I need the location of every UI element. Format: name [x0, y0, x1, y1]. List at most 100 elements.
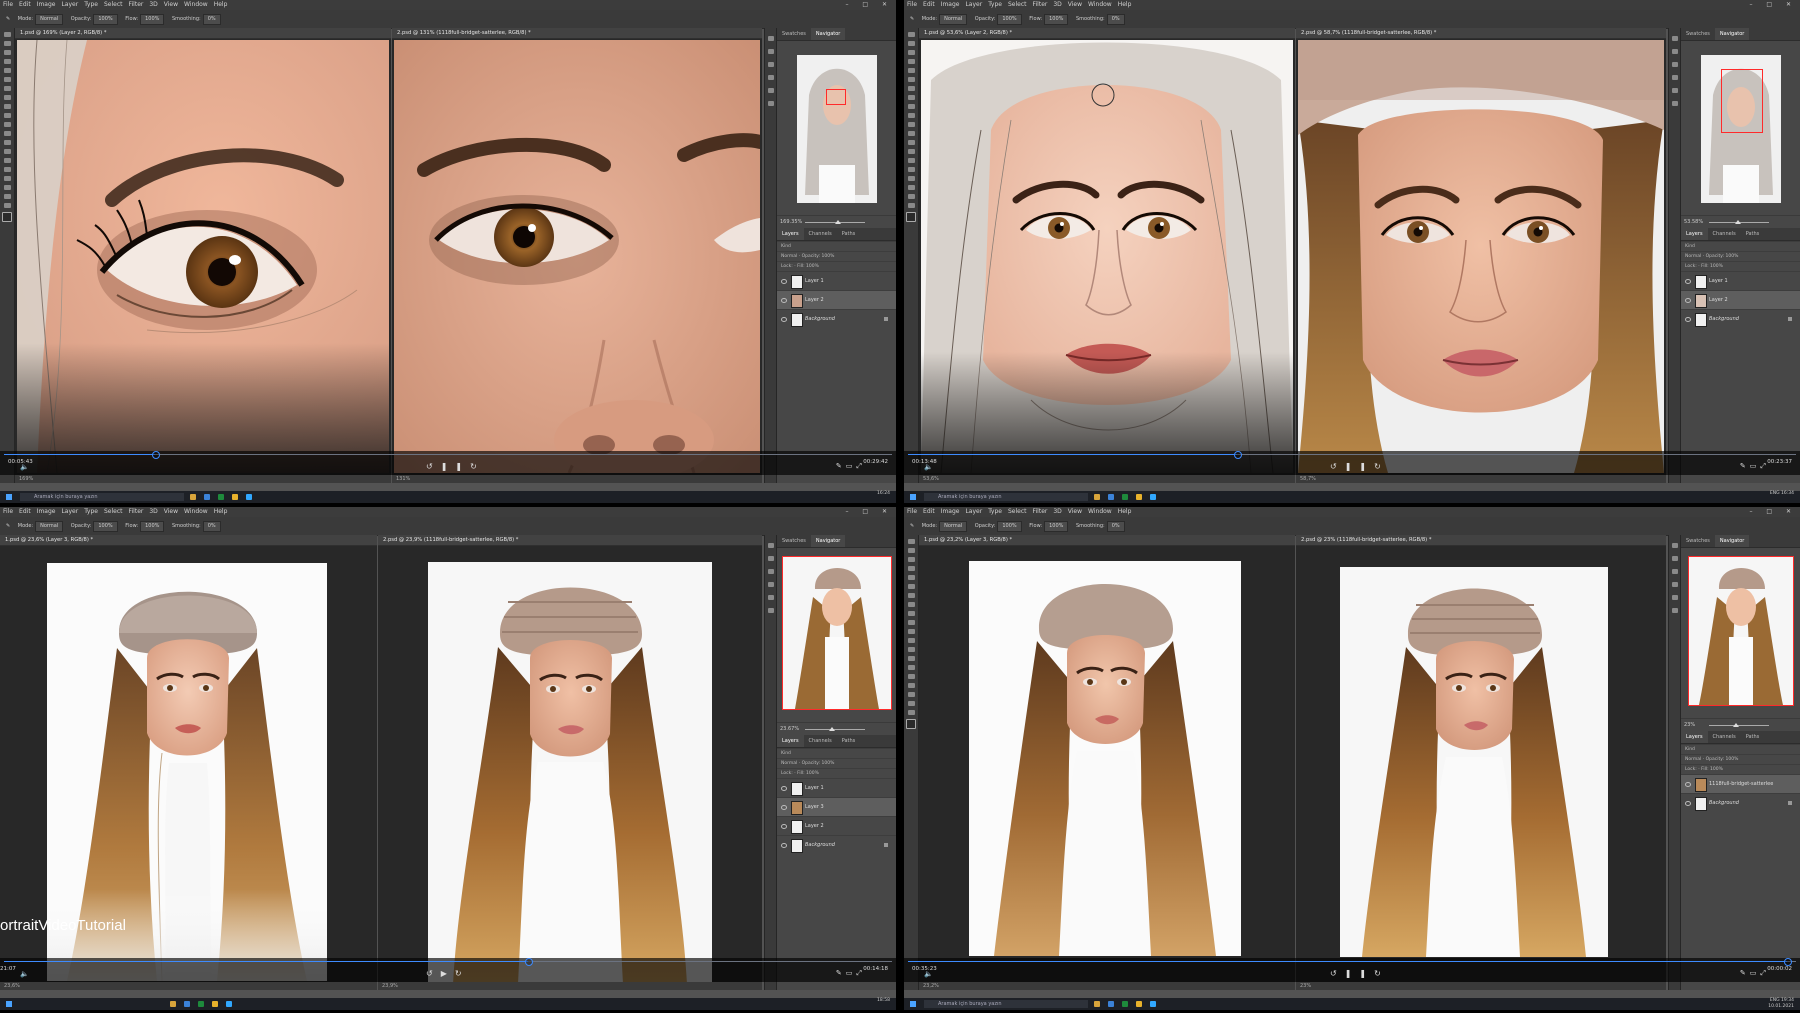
video-progress[interactable]: [908, 451, 1796, 459]
video-tools-icon[interactable]: ✎▭⤢: [836, 462, 866, 471]
tab-swatches[interactable]: Swatches: [1681, 28, 1715, 40]
opacity-field[interactable]: 100%: [93, 521, 118, 532]
tab-layers[interactable]: Layers: [1681, 731, 1708, 743]
adjustments-panel-icon[interactable]: [1671, 582, 1678, 587]
window-controls[interactable]: – □ ✕: [845, 0, 893, 10]
eye-icon[interactable]: [781, 317, 787, 322]
windows-start-icon[interactable]: [6, 1001, 12, 1007]
document-2-window[interactable]: 2.psd @ 131% (1118full-bridget-satterlee…: [392, 28, 762, 483]
menu-help[interactable]: Help: [1115, 0, 1135, 10]
dodge-tool-icon[interactable]: [907, 149, 915, 154]
tab-swatches[interactable]: Swatches: [777, 535, 811, 547]
drawing-face-artwork[interactable]: [921, 40, 1293, 473]
layer-row[interactable]: Layer 2: [1681, 290, 1800, 309]
actions-panel-icon[interactable]: [767, 49, 774, 54]
eraser-tool-icon[interactable]: [907, 629, 915, 634]
opacity-field[interactable]: 100%: [997, 521, 1022, 532]
menu-3d[interactable]: 3D: [1050, 0, 1064, 10]
menu-edit[interactable]: Edit: [16, 507, 34, 517]
blur-tool-icon[interactable]: [907, 647, 915, 652]
flow-field[interactable]: 100%: [1044, 521, 1069, 532]
progress-handle[interactable]: [524, 958, 533, 966]
chrome-icon[interactable]: [232, 494, 238, 500]
marquee-tool-icon[interactable]: [3, 41, 11, 46]
document-2-tab[interactable]: 2.psd @ 131% (1118full-bridget-satterlee…: [392, 28, 762, 39]
zoom-tool-icon[interactable]: [3, 203, 11, 208]
chrome-icon[interactable]: [1136, 1001, 1142, 1007]
drawing-portrait-final[interactable]: [969, 561, 1241, 956]
layer-row[interactable]: Background: [1681, 309, 1800, 328]
brush-tool-icon[interactable]: ✎: [6, 10, 10, 28]
document-1-tab[interactable]: 1.psd @ 53,6% (Layer 2, RGB/8) *: [919, 28, 1295, 39]
marquee-tool-icon[interactable]: [907, 548, 915, 553]
brush-settings-icon[interactable]: [767, 595, 774, 600]
layer-row[interactable]: Layer 2: [777, 816, 896, 835]
mail-icon[interactable]: [1108, 494, 1114, 500]
paragraph-panel-icon[interactable]: [1671, 608, 1678, 613]
menu-select[interactable]: Select: [101, 0, 126, 10]
mode-select[interactable]: Normal: [35, 14, 64, 25]
lasso-tool-icon[interactable]: [907, 50, 915, 55]
document-1-tab[interactable]: 1.psd @ 169% (Layer 2, RGB/8) *: [15, 28, 391, 39]
type-tool-icon[interactable]: [907, 674, 915, 679]
healing-tool-icon[interactable]: [907, 86, 915, 91]
eye-icon[interactable]: [781, 279, 787, 284]
properties-panel-icon[interactable]: [1671, 62, 1678, 67]
color-swatch-icon[interactable]: [906, 719, 916, 729]
document-2-window[interactable]: 2.psd @ 23,9% (1118full-bridget-satterle…: [378, 535, 762, 990]
reference-photo-final[interactable]: [1340, 567, 1608, 957]
lock-row[interactable]: Lock: · Fill: 100%: [777, 768, 896, 778]
tab-channels[interactable]: Channels: [1708, 731, 1741, 743]
tab-navigator[interactable]: Navigator: [1714, 28, 1750, 40]
windows-start-icon[interactable]: [910, 494, 916, 500]
reference-photo-eye[interactable]: [394, 40, 760, 473]
blend-mode[interactable]: Normal · Opacity: 100%: [777, 758, 896, 768]
crop-tool-icon[interactable]: [907, 575, 915, 580]
actions-panel-icon[interactable]: [1671, 49, 1678, 54]
menu-file[interactable]: File: [904, 507, 920, 517]
layer-row[interactable]: 1118full-bridget-satterlee: [1681, 774, 1800, 793]
path-select-icon[interactable]: [907, 683, 915, 688]
lock-row[interactable]: Lock: · Fill: 100%: [1681, 764, 1800, 774]
properties-panel-icon[interactable]: [1671, 569, 1678, 574]
layer-row[interactable]: Layer 2: [777, 290, 896, 309]
taskbar-search[interactable]: Aramak için buraya yazın: [20, 493, 184, 501]
menu-view[interactable]: View: [1065, 507, 1085, 517]
blur-tool-icon[interactable]: [907, 140, 915, 145]
blend-mode[interactable]: Normal · Opacity: 100%: [1681, 251, 1800, 261]
eye-icon[interactable]: [1685, 801, 1691, 806]
menu-window[interactable]: Window: [1085, 507, 1115, 517]
volume-icon[interactable]: 🔈: [924, 970, 933, 978]
progress-handle[interactable]: [1784, 958, 1793, 966]
menu-filter[interactable]: Filter: [1030, 507, 1051, 517]
layer-row[interactable]: Layer 1: [777, 778, 896, 797]
eye-icon[interactable]: [781, 843, 787, 848]
menu-image[interactable]: Image: [938, 0, 963, 10]
menu-file[interactable]: File: [904, 0, 920, 10]
gradient-tool-icon[interactable]: [907, 638, 915, 643]
brush-tool-icon[interactable]: [907, 95, 915, 100]
pen-tool-icon[interactable]: [3, 158, 11, 163]
video-tools-icon[interactable]: ✎▭⤢: [836, 969, 866, 978]
layer-row[interactable]: Background: [1681, 793, 1800, 812]
eraser-tool-icon[interactable]: [3, 122, 11, 127]
mode-select[interactable]: Normal: [35, 521, 64, 532]
menu-edit[interactable]: Edit: [920, 507, 938, 517]
mail-icon[interactable]: [204, 494, 210, 500]
video-progress[interactable]: [4, 451, 892, 459]
marquee-tool-icon[interactable]: [907, 41, 915, 46]
tab-swatches[interactable]: Swatches: [777, 28, 811, 40]
eraser-tool-icon[interactable]: [907, 122, 915, 127]
menu-select[interactable]: Select: [1005, 507, 1030, 517]
navigator-thumbnail[interactable]: [781, 556, 892, 710]
brush-tool-icon[interactable]: [907, 602, 915, 607]
xbox-icon[interactable]: [218, 494, 224, 500]
menu-window[interactable]: Window: [1085, 0, 1115, 10]
menu-layer[interactable]: Layer: [58, 0, 81, 10]
opacity-field[interactable]: 100%: [997, 14, 1022, 25]
smoothing-field[interactable]: 0%: [1106, 14, 1125, 25]
path-select-icon[interactable]: [3, 176, 11, 181]
eye-icon[interactable]: [1685, 279, 1691, 284]
volume-icon[interactable]: 🔈: [924, 463, 933, 471]
menu-image[interactable]: Image: [34, 507, 59, 517]
